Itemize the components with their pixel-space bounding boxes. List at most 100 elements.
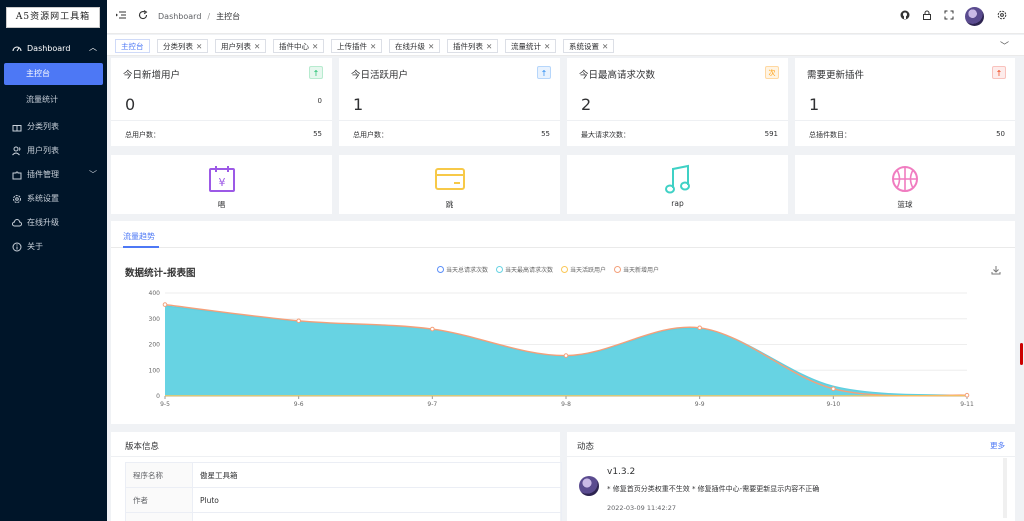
close-icon[interactable]: ✕ — [370, 42, 376, 51]
top-header: Dashboard / 主控台 — [107, 0, 1024, 34]
lock-icon[interactable] — [922, 10, 932, 24]
chart-title: 数据统计-报表图 — [125, 268, 196, 279]
gift-icon — [12, 122, 22, 132]
stat-card-max-requests: 今日最高请求次数 次 2 最大请求次数： 591 — [567, 58, 788, 146]
tab-label: 插件中心 — [279, 42, 309, 51]
stat-title: 需要更新插件 — [807, 70, 865, 81]
y-tick-label: 300 — [149, 316, 161, 323]
table-row — [125, 512, 562, 521]
github-icon[interactable] — [900, 10, 910, 24]
tab-label: 上传插件 — [337, 42, 367, 51]
stat-foot-label: 总用户数： — [125, 131, 160, 139]
data-point — [430, 326, 435, 332]
timeline-description: * 修复首页分类权重不生效 * 修复插件中心-需要更新显示内容不正确 — [607, 485, 820, 493]
x-tick-label: 9-11 — [960, 401, 974, 408]
stat-foot-label: 最大请求次数： — [581, 131, 630, 139]
tab-plugin-list[interactable]: 插件列表 ✕ — [447, 39, 499, 53]
x-tick-label: 9-5 — [160, 401, 170, 408]
sidebar-item-traffic[interactable]: 流量统计 — [0, 89, 107, 111]
scrollbar[interactable] — [1003, 458, 1007, 518]
icon-card-rap[interactable]: rap — [567, 155, 788, 214]
arrow-up-icon: ↑ — [309, 66, 323, 79]
close-icon[interactable]: ✕ — [602, 42, 608, 51]
page-scrollbar[interactable] — [1020, 343, 1023, 365]
tab-categories[interactable]: 分类列表 ✕ — [157, 39, 209, 53]
refresh-icon[interactable] — [138, 10, 148, 24]
legend-label: 当天新增用户 — [623, 267, 660, 274]
x-tick-label: 9-9 — [695, 401, 705, 408]
traffic-chart-panel: 流量趋势 0 100 200 300 400 9-5 9-6 9-7 9-8 9-9 9-10 9-1… — [111, 221, 1015, 424]
info-icon — [12, 242, 22, 252]
legend-item[interactable]: 当天活跃用户 — [561, 265, 606, 274]
calendar-yen-icon: ¥ — [208, 166, 235, 192]
y-tick-label: 200 — [149, 342, 161, 349]
breadcrumb-dashboard[interactable]: Dashboard — [158, 12, 201, 21]
sidebar-item-about[interactable]: 关于 — [0, 237, 107, 257]
icon-card-sing[interactable]: ¥ 唱 — [111, 155, 332, 214]
tab-traffic-stats[interactable]: 流量统计 ✕ — [505, 39, 557, 53]
tab-upload-plugin[interactable]: 上传插件 ✕ — [331, 39, 383, 53]
dashboard-icon — [12, 44, 22, 54]
chart-legend: 当天总请求次数 当天最高请求次数 当天活跃用户 当天新增用户 — [437, 265, 659, 274]
tab-plugin-center[interactable]: 插件中心 ✕ — [273, 39, 325, 53]
sidebar-item-plugins[interactable]: 插件管理 ﹀ — [0, 165, 107, 185]
stat-foot-value: 50 — [996, 130, 1005, 138]
more-link[interactable]: 更多 — [990, 440, 1005, 451]
sidebar: A5资源网工具箱 Dashboard ︿ 主控台 流量统计 分类列表 用户列表 — [0, 0, 107, 521]
close-icon[interactable]: ✕ — [486, 42, 492, 51]
chevron-down-icon[interactable]: ﹀ — [1000, 39, 1009, 52]
stat-foot-value: 591 — [764, 130, 778, 138]
requests-badge-icon: 次 — [765, 66, 779, 79]
legend-item[interactable]: 当天最高请求次数 — [496, 265, 553, 274]
table-value: 傲星工具箱 — [192, 462, 562, 488]
legend-item[interactable]: 当天新增用户 — [614, 265, 659, 274]
arrow-up-icon: ↑ — [992, 66, 1006, 79]
tab-label: 分类列表 — [163, 42, 193, 51]
close-icon[interactable]: ✕ — [544, 42, 550, 51]
avatar[interactable] — [965, 7, 984, 26]
data-point — [831, 386, 836, 392]
x-tick-label: 9-10 — [827, 401, 841, 408]
tab-users[interactable]: 用户列表 ✕ — [215, 39, 267, 53]
menu-fold-icon[interactable] — [116, 10, 126, 24]
x-tick-label: 9-8 — [561, 401, 571, 408]
legend-dot — [614, 266, 622, 273]
tab-system-settings[interactable]: 系统设置 ✕ — [563, 39, 615, 53]
close-icon[interactable]: ✕ — [196, 42, 202, 51]
table-value: Pluto — [192, 487, 562, 513]
tab-label: 主控台 — [121, 42, 144, 51]
stat-sub-value: 0 — [317, 97, 322, 105]
sidebar-item-users[interactable]: 用户列表 — [0, 141, 107, 161]
x-tick-label: 9-6 — [294, 401, 304, 408]
table-key — [125, 512, 193, 521]
close-icon[interactable]: ✕ — [312, 42, 318, 51]
icon-card-label: rap — [671, 199, 684, 208]
data-point — [296, 318, 301, 324]
stat-foot-value: 55 — [313, 130, 322, 138]
arrow-up-icon: ↑ — [537, 66, 551, 79]
y-tick-label: 0 — [156, 393, 160, 400]
sidebar-item-categories[interactable]: 分类列表 — [0, 117, 107, 137]
legend-item[interactable]: 当天总请求次数 — [437, 265, 488, 274]
sidebar-item-settings[interactable]: 系统设置 — [0, 189, 107, 209]
svg-text:¥: ¥ — [218, 176, 225, 189]
tab-console[interactable]: 主控台 — [115, 39, 150, 53]
settings-icon[interactable] — [997, 10, 1007, 24]
sidebar-item-label: 插件管理 — [27, 170, 59, 179]
panel-title: 版本信息 — [125, 442, 160, 452]
breadcrumb: Dashboard / 主控台 — [158, 12, 241, 21]
tab-label: 系统设置 — [569, 42, 599, 51]
icon-card-jump[interactable]: 跳 — [339, 155, 560, 214]
tab-label: 用户列表 — [221, 42, 251, 51]
timeline-time: 2022-03-09 11:42:27 — [607, 504, 677, 512]
sidebar-item-dashboard[interactable]: Dashboard ︿ — [0, 38, 107, 59]
close-icon[interactable]: ✕ — [254, 42, 260, 51]
icon-card-basketball[interactable]: 篮球 — [795, 155, 1015, 214]
fullscreen-icon[interactable] — [944, 10, 954, 24]
download-icon[interactable] — [991, 265, 1001, 278]
close-icon[interactable]: ✕ — [428, 42, 434, 51]
sidebar-item-console[interactable]: 主控台 — [4, 63, 103, 85]
panel-title: 动态 — [577, 442, 595, 452]
sidebar-item-upgrade[interactable]: 在线升级 — [0, 213, 107, 233]
tab-online-upgrade[interactable]: 在线升级 ✕ — [389, 39, 441, 53]
